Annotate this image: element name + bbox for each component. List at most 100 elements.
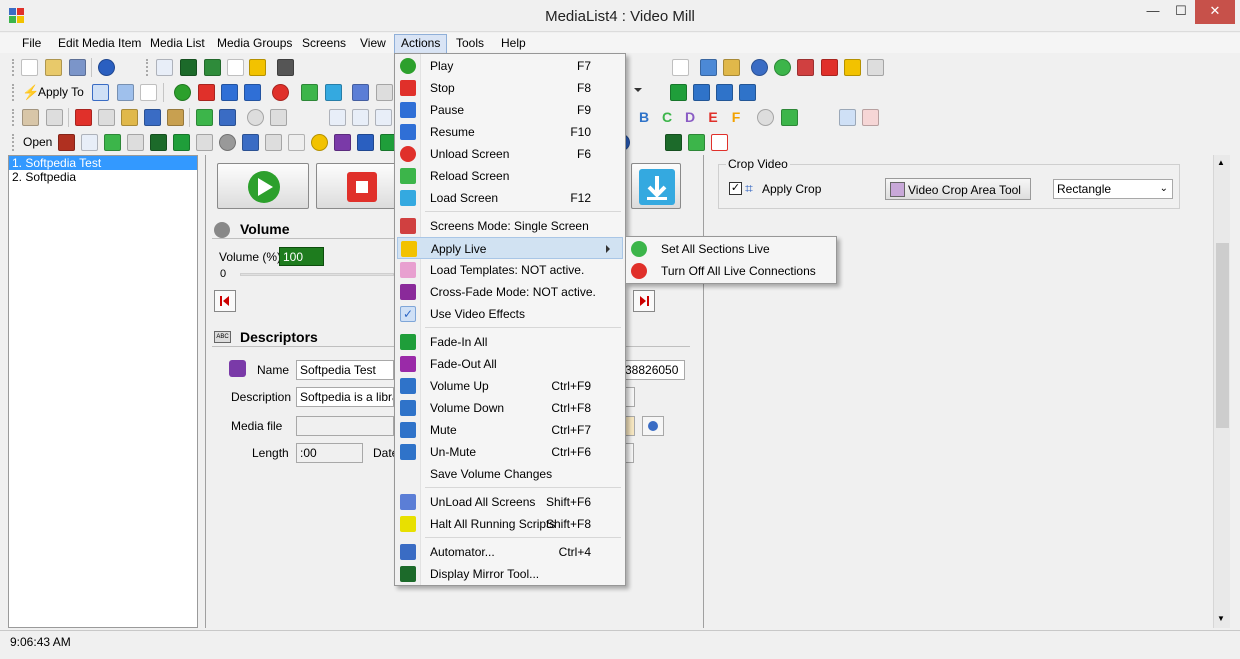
volume-input[interactable]: 100 (279, 247, 324, 266)
toolbar-grip[interactable] (12, 134, 15, 151)
menu-item-load-templates-not-active[interactable]: Load Templates: NOT active. (397, 259, 623, 281)
menu-item-display-mirror-tool[interactable]: Display Mirror Tool... (397, 563, 623, 585)
maximize-button[interactable]: ☐ (1167, 0, 1195, 24)
edit-item-icon[interactable] (22, 109, 39, 126)
volume-slider-track[interactable] (240, 273, 394, 276)
menu-item-cross-fade-mode-not-active[interactable]: Cross-Fade Mode: NOT active. (397, 281, 623, 303)
apply-crop-checkbox[interactable]: ✓ (729, 182, 742, 195)
emoji-icon[interactable] (311, 134, 328, 151)
media-list-panel[interactable]: 1. Softpedia Test 2. Softpedia (8, 155, 198, 628)
media-list-item[interactable]: 1. Softpedia Test (9, 156, 197, 170)
clock-icon[interactable] (270, 109, 287, 126)
go-to-end-button[interactable] (633, 290, 655, 312)
new-file-icon[interactable] (21, 59, 38, 76)
id-field[interactable]: 38826050 (622, 360, 685, 380)
menu-item-un-mute[interactable]: Un-Mute Ctrl+F6 (397, 441, 623, 463)
menu-item-unload-all-screens[interactable]: UnLoad All Screens Shift+F6 (397, 491, 623, 513)
menu-actions[interactable]: Actions (394, 34, 448, 53)
menu-item-halt-all-running-scripts[interactable]: Halt All Running Scripts Shift+F8 (397, 513, 623, 535)
settings-icon[interactable] (376, 84, 393, 101)
columns-icon[interactable] (352, 109, 369, 126)
load-screen-icon[interactable] (325, 84, 342, 101)
crop-icon[interactable] (357, 134, 374, 151)
dropdown-arrow-icon[interactable] (634, 88, 642, 92)
menu-item-apply-live[interactable]: Apply Live (397, 237, 623, 259)
link-icon[interactable] (751, 59, 768, 76)
minimize-button[interactable]: — (1139, 0, 1167, 24)
no-crop-icon[interactable] (711, 134, 728, 151)
monitor-icon[interactable] (204, 59, 221, 76)
menu-media-groups[interactable]: Media Groups (211, 35, 298, 53)
delete-icon[interactable] (75, 109, 92, 126)
menu-item-volume-up[interactable]: Volume Up Ctrl+F9 (397, 375, 623, 397)
save-icon[interactable] (69, 59, 86, 76)
menu-tools[interactable]: Tools (450, 35, 490, 53)
display-icon[interactable] (180, 59, 197, 76)
menu-item-automator[interactable]: Automator... Ctrl+4 (397, 541, 623, 563)
paste-icon[interactable] (121, 109, 138, 126)
purple-frame-icon[interactable] (334, 134, 351, 151)
scroll-down-icon[interactable]: ▼ (1217, 614, 1225, 623)
apply-to-grid-icon[interactable] (117, 84, 134, 101)
unload-screen-icon[interactable] (272, 84, 289, 101)
letter-e-icon[interactable]: E (706, 109, 720, 126)
grid-icon[interactable] (81, 134, 98, 151)
mute-icon[interactable] (739, 84, 756, 101)
right-panel-scrollbar[interactable]: ▲ ▼ (1213, 155, 1230, 628)
open-folder-icon[interactable] (45, 59, 62, 76)
battery-icon[interactable] (781, 109, 798, 126)
reload-screen-icon[interactable] (301, 84, 318, 101)
star-icon[interactable] (249, 59, 266, 76)
copy-icon[interactable] (98, 109, 115, 126)
menu-item-use-video-effects[interactable]: ✓ Use Video Effects (397, 303, 623, 325)
green-tag-icon[interactable] (688, 134, 705, 151)
network-link-button[interactable] (642, 416, 664, 436)
parallelogram-icon[interactable] (797, 59, 814, 76)
fade-in-icon[interactable] (670, 84, 687, 101)
menu-item-save-volume-changes[interactable]: Save Volume Changes (397, 463, 623, 485)
scroll-up-icon[interactable]: ▲ (1217, 158, 1225, 167)
close-button[interactable]: ✕ (1195, 0, 1235, 24)
menu-item-mute[interactable]: Mute Ctrl+F7 (397, 419, 623, 441)
media-file-input[interactable] (296, 416, 394, 436)
letter-c-icon[interactable]: C (660, 109, 674, 126)
menu-item-unload-screen[interactable]: Unload Screen F6 (397, 143, 623, 165)
menu-item-volume-down[interactable]: Volume Down Ctrl+F8 (397, 397, 623, 419)
help-icon[interactable] (98, 59, 115, 76)
cycle-icon[interactable] (196, 109, 213, 126)
apply-to-screen-icon[interactable] (92, 84, 109, 101)
network-icon[interactable] (242, 134, 259, 151)
submenu-item-set-all-sections-live[interactable]: Set All Sections Live (628, 238, 834, 260)
resume-icon[interactable] (244, 84, 261, 101)
rows-icon[interactable] (375, 109, 392, 126)
apply-crop-label[interactable]: Apply Crop (762, 182, 821, 196)
film-icon[interactable] (127, 134, 144, 151)
letter-f-icon[interactable]: F (729, 109, 743, 126)
apply-to-label[interactable]: Apply To (38, 85, 84, 99)
list-view-icon[interactable] (156, 59, 173, 76)
menu-item-fade-out-all[interactable]: Fade-Out All (397, 353, 623, 375)
menu-item-pause[interactable]: Pause F9 (397, 99, 623, 121)
forward-icon[interactable] (862, 109, 879, 126)
paste-screen-icon[interactable] (723, 59, 740, 76)
menu-item-load-screen[interactable]: Load Screen F12 (397, 187, 623, 209)
toolbar-grip[interactable] (146, 59, 149, 76)
menu-view[interactable]: View (354, 35, 392, 53)
grid-red-icon[interactable] (58, 134, 75, 151)
video-crop-area-tool-button[interactable]: Video Crop Area Tool (885, 178, 1031, 200)
zoom-icon[interactable] (867, 59, 884, 76)
big-play-button[interactable] (217, 163, 309, 209)
abc-icon[interactable] (288, 134, 305, 151)
resize-icon[interactable] (844, 59, 861, 76)
menu-screens[interactable]: Screens (296, 35, 352, 53)
copy-screen-icon[interactable] (700, 59, 717, 76)
name-input[interactable]: Softpedia Test (296, 360, 394, 380)
media-icon[interactable] (150, 134, 167, 151)
volume-down-icon[interactable] (693, 84, 710, 101)
volume-up-icon[interactable] (716, 84, 733, 101)
letter-d-icon[interactable]: D (683, 109, 697, 126)
open-label[interactable]: Open (23, 135, 52, 149)
crop-shape-select[interactable]: Rectangle ⌄ (1053, 179, 1173, 199)
timer-icon[interactable] (247, 109, 264, 126)
menu-media-list[interactable]: Media List (144, 35, 211, 53)
